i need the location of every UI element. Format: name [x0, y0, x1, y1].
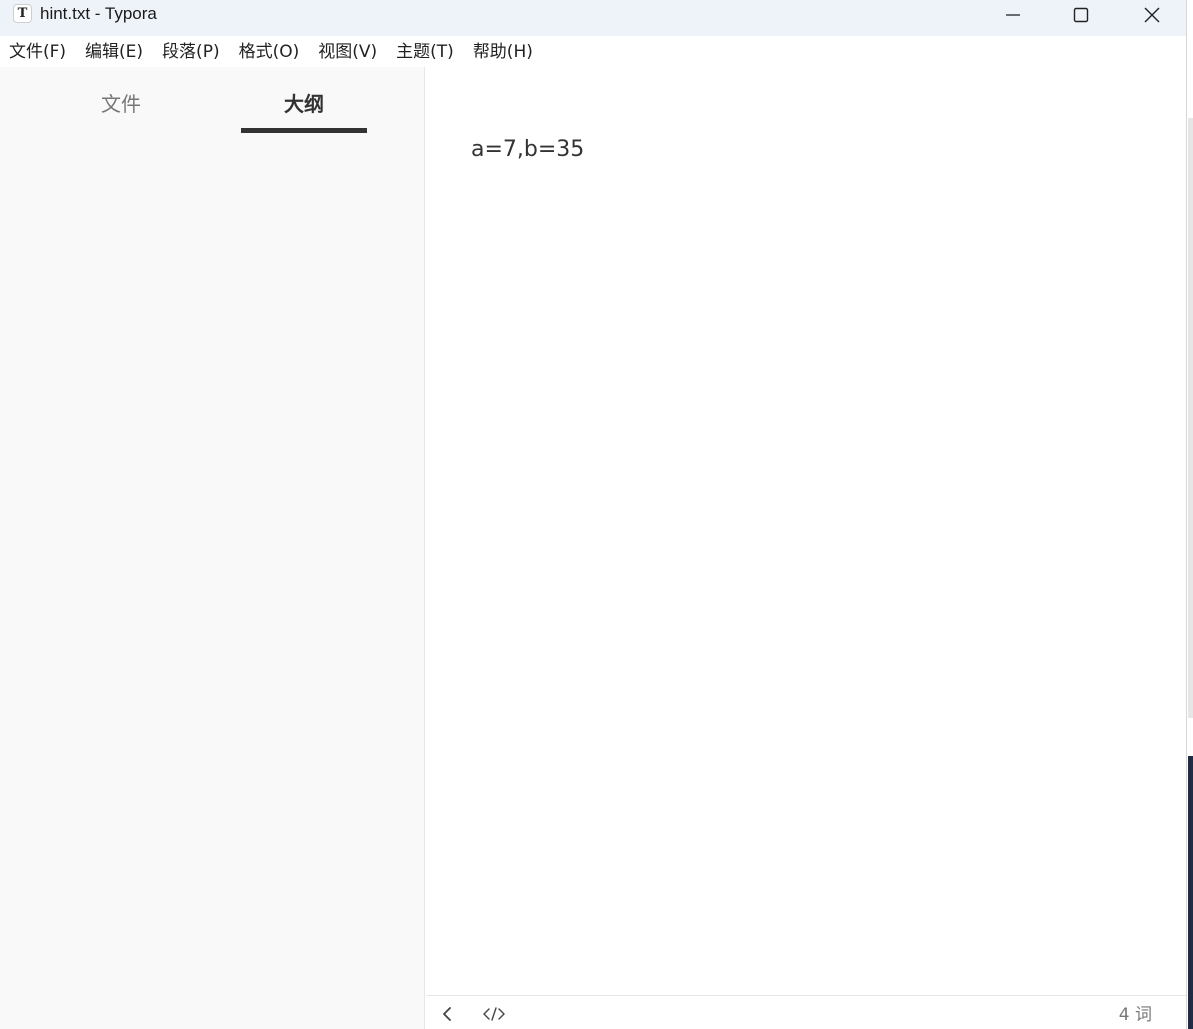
menu-help[interactable]: 帮助(H): [473, 37, 533, 67]
menu-view[interactable]: 视图(V): [318, 37, 377, 67]
background-window-edge: [1186, 0, 1193, 1029]
menu-edit[interactable]: 编辑(E): [85, 37, 143, 67]
word-count[interactable]: 4 词: [1119, 1004, 1152, 1026]
tab-files[interactable]: 文件: [58, 89, 184, 119]
document-content[interactable]: a=7,b=35: [471, 135, 584, 165]
minimize-icon: [1006, 14, 1020, 16]
chevron-left-icon: [443, 1007, 451, 1021]
title-bar[interactable]: T hint.txt - Typora: [0, 0, 1186, 36]
background-scrollbar: [1188, 118, 1193, 718]
menu-theme[interactable]: 主题(T): [396, 37, 454, 67]
tab-outline[interactable]: 大纲: [241, 89, 367, 119]
maximize-icon: [1073, 7, 1089, 23]
window-title: hint.txt - Typora: [40, 4, 157, 23]
maximize-button[interactable]: [1046, 0, 1116, 30]
editor-area[interactable]: a=7,b=35: [426, 67, 1186, 995]
source-mode-button[interactable]: [482, 1006, 506, 1026]
minimize-button[interactable]: [978, 0, 1048, 30]
desktop-background: [1188, 756, 1193, 1029]
sidebar: 文件 大纲: [0, 67, 425, 1029]
status-bar: 4 词: [426, 995, 1186, 1029]
typora-window: T hint.txt - Typora 文件(F) 编辑(E) 段落(P) 格式…: [0, 0, 1186, 1029]
menu-format[interactable]: 格式(O): [239, 37, 300, 67]
typora-app-icon: T: [13, 4, 32, 23]
toggle-sidebar-button[interactable]: [440, 1006, 454, 1026]
menu-file[interactable]: 文件(F): [9, 37, 66, 67]
close-icon: [1144, 7, 1160, 23]
close-button[interactable]: [1117, 0, 1187, 30]
source-code-icon: [483, 1007, 505, 1021]
menu-bar: 文件(F) 编辑(E) 段落(P) 格式(O) 视图(V) 主题(T) 帮助(H…: [0, 36, 1186, 67]
menu-paragraph[interactable]: 段落(P): [162, 37, 220, 67]
active-tab-indicator: [241, 128, 367, 133]
